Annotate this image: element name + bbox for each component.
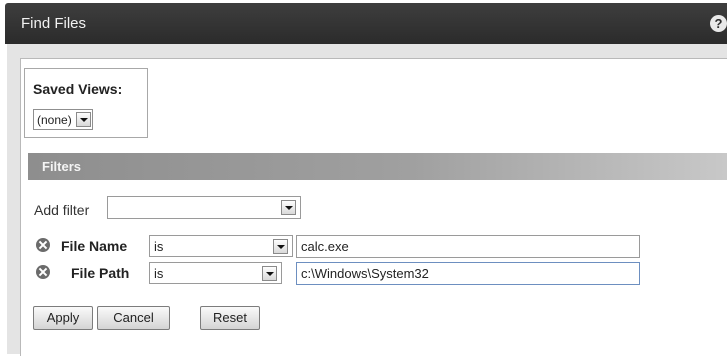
filter-label-file-path: File Path [71,265,130,281]
filter-label-file-name: File Name [61,238,128,254]
filters-section-header: Filters [28,153,727,180]
chevron-down-icon[interactable] [75,112,91,127]
chevron-down-icon[interactable] [281,200,296,215]
help-icon[interactable]: ? [710,15,727,32]
filters-section-label: Filters [42,159,82,174]
chevron-down-icon[interactable] [273,239,288,254]
reset-button[interactable]: Reset [200,306,260,330]
apply-button[interactable]: Apply [33,306,93,330]
saved-views-label: Saved Views: [33,81,123,97]
filter-value-file-name[interactable] [296,235,640,258]
filter-operator-value: is [154,266,164,281]
cancel-button[interactable]: Cancel [97,306,170,330]
saved-views-box: Saved Views: (none) [24,68,148,138]
add-filter-select[interactable] [107,196,301,219]
saved-views-select[interactable]: (none) [33,109,93,130]
chevron-down-icon[interactable] [262,266,277,281]
filter-value-file-path[interactable] [296,262,640,285]
filter-operator-file-name[interactable]: is [149,235,293,257]
remove-filter-icon[interactable] [36,265,50,279]
filter-operator-value: is [154,239,164,254]
window-titlebar: Find Files ? [5,3,727,44]
add-filter-label: Add filter [34,202,90,218]
saved-views-value: (none) [37,112,72,127]
window-title: Find Files [21,15,87,32]
remove-filter-icon[interactable] [36,238,50,252]
filter-operator-file-path[interactable]: is [149,262,282,284]
